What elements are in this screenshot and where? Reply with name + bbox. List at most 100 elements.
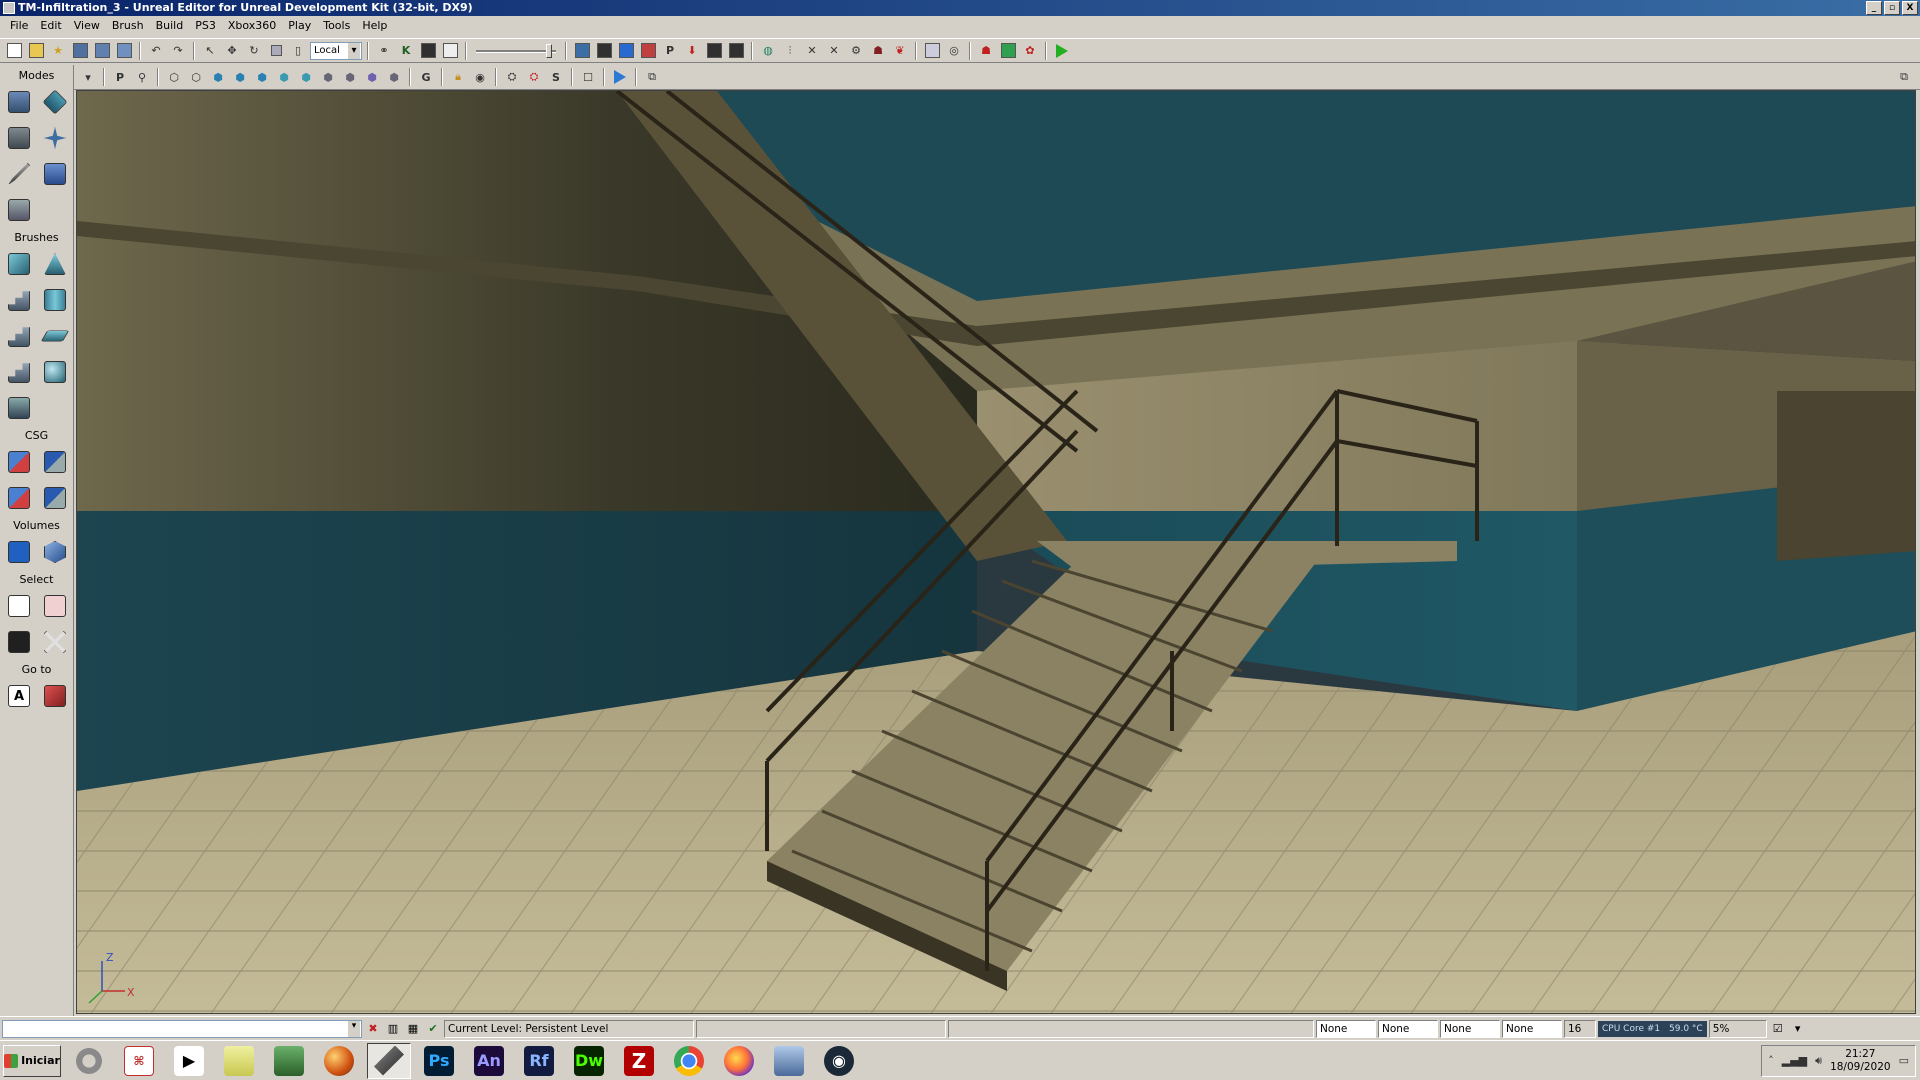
status-dropdown[interactable]: ▾ (1789, 1020, 1807, 1038)
slider-thumb[interactable] (546, 43, 552, 58)
taskbar-app-animate[interactable]: An (467, 1043, 511, 1079)
tools-button-b[interactable]: ✕ (824, 41, 844, 61)
notification-icon[interactable]: ▭ (1899, 1054, 1909, 1067)
scale-nonuniform-button[interactable]: ▯ (288, 41, 308, 61)
refresh-button[interactable]: ◎ (944, 41, 964, 61)
new-file-button[interactable] (4, 41, 24, 61)
curved-stair-brush-button[interactable] (2, 283, 36, 317)
scale-tool-button[interactable] (266, 41, 286, 61)
taskbar-app-settings[interactable] (67, 1043, 111, 1079)
clock[interactable]: 21:27 18/09/2020 (1830, 1048, 1891, 1074)
build-cover-button[interactable]: P (660, 41, 680, 61)
status-checkbox[interactable]: ☑ (1769, 1020, 1787, 1038)
tools-button-a[interactable]: ✕ (802, 41, 822, 61)
command-input[interactable] (2, 1019, 362, 1038)
cylinder-brush-button[interactable] (38, 283, 72, 317)
status-field-3[interactable]: None (1440, 1019, 1500, 1038)
status-icon-grid[interactable]: ▦ (404, 1020, 422, 1038)
snap-button[interactable]: S (546, 67, 566, 87)
select-tool-button[interactable]: ↖ (200, 41, 220, 61)
start-button[interactable]: Iniciar (3, 1044, 61, 1077)
taskbar-app-firefox[interactable] (717, 1043, 761, 1079)
tools-button-c[interactable]: ⚙ (846, 41, 866, 61)
screen-button[interactable] (922, 41, 942, 61)
menu-view[interactable]: View (68, 16, 106, 35)
taskbar-app-chrome[interactable] (667, 1043, 711, 1079)
lock-selection-button[interactable]: 🔒︎ (448, 67, 468, 87)
linear-stair-brush-button[interactable] (2, 319, 36, 353)
redo-button[interactable]: ↷ (168, 41, 188, 61)
find-actor-button[interactable]: ⚭ (374, 41, 394, 61)
rotate-tool-button[interactable]: ↻ (244, 41, 264, 61)
tools-button-e[interactable]: ❦ (890, 41, 910, 61)
menu-play[interactable]: Play (282, 16, 317, 35)
perspective-button[interactable]: P (110, 67, 130, 87)
coordinate-system-dropdown[interactable]: Local (310, 41, 362, 60)
taskbar-app-steam[interactable]: ◉ (817, 1043, 861, 1079)
favorites-button[interactable]: ★ (48, 41, 68, 61)
terrain-mode-button[interactable] (2, 121, 36, 155)
minimize-button[interactable]: _ (1866, 1, 1882, 15)
menu-help[interactable]: Help (356, 16, 393, 35)
pin-button[interactable]: ⫶ (780, 41, 800, 61)
build-paths-button[interactable] (638, 41, 658, 61)
volumetric-brush-button[interactable] (2, 391, 36, 425)
maximize-button[interactable]: ▫ (1884, 1, 1900, 15)
perspective-viewport[interactable]: Z X (76, 90, 1916, 1014)
translate-tool-button[interactable]: ✥ (222, 41, 242, 61)
zoom-cell[interactable]: 5% (1708, 1019, 1767, 1038)
play-from-here-button[interactable] (610, 67, 630, 87)
lock-view-button[interactable]: ⚲ (132, 67, 152, 87)
save-button[interactable] (70, 41, 90, 61)
camera-speed-slider[interactable] (476, 42, 556, 60)
lighting-only-button[interactable]: ⬢ (274, 67, 294, 87)
goto-actor-button[interactable]: A (2, 679, 36, 713)
taskbar-app-monitor[interactable] (267, 1043, 311, 1079)
viewport-restore-button[interactable]: ⧉ (1894, 67, 1914, 87)
menu-ps3[interactable]: PS3 (189, 16, 222, 35)
geometry-mode-button[interactable] (38, 85, 72, 119)
taskbar-app-media[interactable]: ▶ (167, 1043, 211, 1079)
spiral-stair-brush-button[interactable] (2, 355, 36, 389)
move-mode-button[interactable] (38, 121, 72, 155)
status-field-2[interactable]: None (1378, 1019, 1438, 1038)
texture-density-button[interactable]: ⬢ (318, 67, 338, 87)
reflection-button[interactable]: ⬢ (384, 67, 404, 87)
fracture-mode-button[interactable] (2, 193, 36, 227)
cone-brush-button[interactable] (38, 247, 72, 281)
streaming-button[interactable]: ⛭ (502, 67, 522, 87)
status-icon-check[interactable]: ✔ (424, 1020, 442, 1038)
menu-brush[interactable]: Brush (106, 16, 150, 35)
detail-lighting-button[interactable]: ⬢ (252, 67, 272, 87)
open-file-button[interactable] (26, 41, 46, 61)
lit-button[interactable]: ⬢ (230, 67, 250, 87)
menu-edit[interactable]: Edit (34, 16, 67, 35)
taskbar-app-network[interactable] (767, 1043, 811, 1079)
csg-subtract-button[interactable] (38, 445, 72, 479)
csg-intersect-button[interactable] (2, 481, 36, 515)
taskbar-app-dreamweaver[interactable]: Dw (567, 1043, 611, 1079)
csg-add-button[interactable] (2, 445, 36, 479)
play-in-editor-button[interactable] (1052, 41, 1072, 61)
status-field-4[interactable]: None (1502, 1019, 1562, 1038)
show-selected-button[interactable] (2, 589, 36, 623)
maximize-viewport-button[interactable]: ☐ (578, 67, 598, 87)
menu-build[interactable]: Build (150, 16, 190, 35)
hide-selected-button[interactable] (38, 589, 72, 623)
lighting-info-button[interactable] (726, 41, 746, 61)
build-visible-button[interactable] (594, 41, 614, 61)
sheet-brush-button[interactable] (38, 319, 72, 353)
brush-wireframe-button[interactable]: ⬡ (186, 67, 206, 87)
volume-icon[interactable]: 🔊︎ (1815, 1054, 1822, 1068)
camera-mode-button[interactable] (2, 85, 36, 119)
lighting-quality-button[interactable] (704, 41, 724, 61)
lightmap-density-button[interactable]: ⬢ (362, 67, 382, 87)
shader-complexity-button[interactable]: ⬢ (340, 67, 360, 87)
realtime-preview-button[interactable]: ◉ (470, 67, 490, 87)
undo-button[interactable]: ↶ (146, 41, 166, 61)
taskbar-app-robohelp[interactable]: Rf (517, 1043, 561, 1079)
save-all-button[interactable] (92, 41, 112, 61)
taskbar-app-filezilla[interactable]: Z (617, 1043, 661, 1079)
status-field-1[interactable]: None (1316, 1019, 1376, 1038)
goto-builder-button[interactable] (38, 679, 72, 713)
